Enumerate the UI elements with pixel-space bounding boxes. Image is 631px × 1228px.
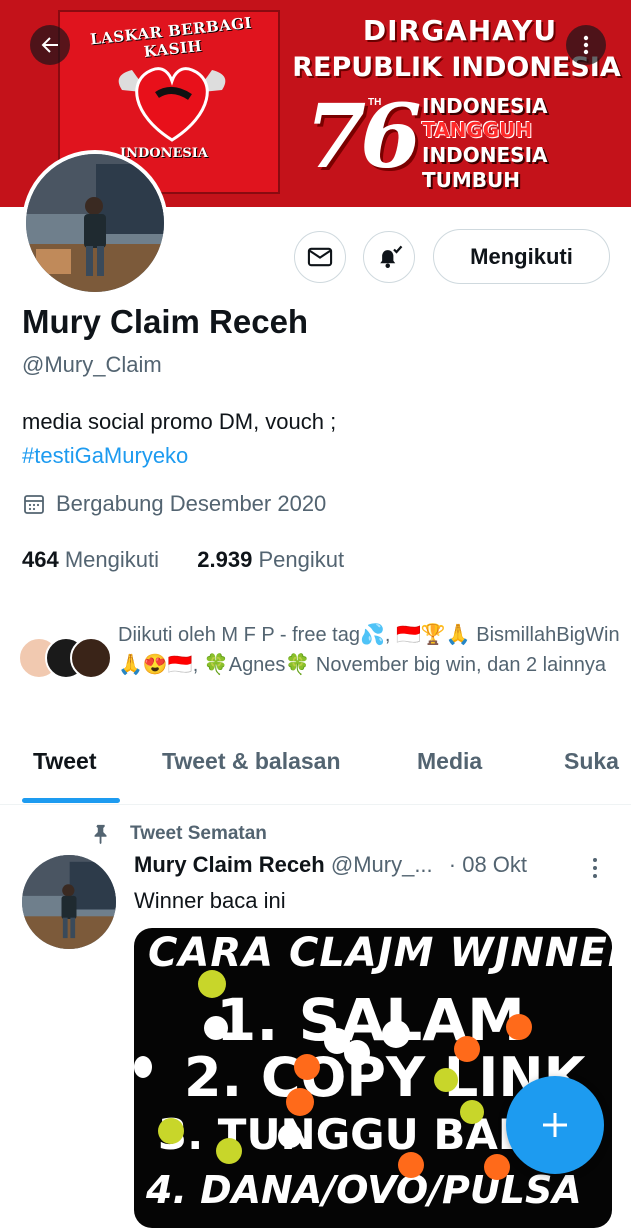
tweet-author-name[interactable]: Mury Claim Receh <box>134 852 325 877</box>
banner-anniversary: 76 <box>305 84 421 188</box>
confetti-dot <box>398 1152 424 1178</box>
media-line-5: 4. DANA/OVO/PULSA <box>146 1168 582 1212</box>
following-count: 464 <box>22 547 59 572</box>
confetti-dot <box>454 1036 480 1062</box>
tweet-avatar[interactable] <box>22 855 116 949</box>
confetti-dot <box>216 1138 242 1164</box>
confetti-dot <box>434 1068 458 1092</box>
followed-by-text[interactable]: Diikuti oleh M F P - free tag💦, 🇮🇩🏆🙏 Bis… <box>118 620 623 680</box>
active-tab-indicator <box>22 798 120 803</box>
confetti-dot <box>198 970 226 998</box>
calendar-icon <box>24 495 44 514</box>
avatar-photo <box>26 154 164 292</box>
following-stat[interactable]: 464 Mengikuti <box>22 547 159 572</box>
bio-text: media social promo DM, vouch ; <box>22 409 337 434</box>
confetti-dot <box>204 1016 228 1040</box>
confetti-dot <box>286 1088 314 1116</box>
arrow-left-icon <box>41 37 58 53</box>
followers-stat[interactable]: 2.939 Pengikut <box>197 547 344 572</box>
banner-tagline-2: TANGGUH <box>422 118 533 142</box>
media-line-1: CARA CLAJM WJNNER <box>148 930 612 976</box>
notification-button[interactable] <box>363 231 415 283</box>
confetti-dot <box>278 1124 302 1148</box>
tweet-date[interactable]: · 08 Okt <box>449 852 527 877</box>
plus-icon <box>543 1113 567 1137</box>
tab-media[interactable]: Media <box>417 748 482 775</box>
banner-tagline-4: TUMBUH <box>422 168 521 192</box>
message-button[interactable] <box>294 231 346 283</box>
join-date-text: Bergabung Desember 2020 <box>56 491 327 516</box>
tweet-text: Winner baca ini <box>134 888 286 913</box>
pinned-tweet-label: Tweet Sematan <box>90 822 267 846</box>
tab-tweet-replies[interactable]: Tweet & balasan <box>162 748 341 775</box>
confetti-dot <box>382 1020 410 1048</box>
banner-anniversary-suffix: TH <box>368 97 382 108</box>
tweet-author-handle[interactable]: @Mury_... <box>331 852 433 877</box>
profile-name: Mury Claim Receh <box>22 303 309 340</box>
confetti-dot <box>484 1154 510 1180</box>
tweet-avatar-photo <box>22 855 116 949</box>
pinned-label-text: Tweet Sematan <box>130 823 267 844</box>
bell-check-icon <box>380 245 403 268</box>
banner-tagline-1: INDONESIA <box>422 94 548 118</box>
following-label: Mengikuti <box>64 547 159 572</box>
tab-tweet[interactable]: Tweet <box>33 748 96 775</box>
confetti-dot <box>294 1054 320 1080</box>
confetti-dot <box>344 1040 370 1066</box>
profile-avatar[interactable] <box>22 150 168 296</box>
followers-label: Pengikut <box>258 547 345 572</box>
confetti-dot <box>506 1014 532 1040</box>
more-vertical-icon <box>583 35 589 55</box>
mutual-avatar-3 <box>70 637 112 679</box>
followers-count: 2.939 <box>197 547 253 572</box>
following-button[interactable]: Mengikuti <box>433 229 610 284</box>
profile-tabs: Tweet Tweet & balasan Media Suka <box>0 738 631 805</box>
compose-tweet-button[interactable] <box>506 1076 604 1174</box>
confetti-dot <box>134 1056 152 1078</box>
tab-likes[interactable]: Suka <box>564 748 619 775</box>
join-date: Bergabung Desember 2020 <box>22 491 326 517</box>
more-options-button[interactable] <box>566 25 606 65</box>
back-button[interactable] <box>30 25 70 65</box>
tweet-more-icon[interactable] <box>590 856 600 882</box>
confetti-dot <box>460 1100 484 1124</box>
profile-handle: @Mury_Claim <box>22 352 162 377</box>
pin-icon <box>94 824 107 845</box>
banner-tagline-3: INDONESIA <box>422 143 548 167</box>
bio-hashtag-link[interactable]: #testiGaMuryeko <box>22 443 188 468</box>
follow-stats: 464 Mengikuti 2.939 Pengikut <box>22 547 344 573</box>
envelope-icon <box>307 247 333 267</box>
profile-bio: media social promo DM, vouch ; #testiGaM… <box>22 405 336 473</box>
confetti-dot <box>158 1118 184 1144</box>
tweet-header: Mury Claim Receh @Mury_... · 08 Okt <box>134 852 527 878</box>
